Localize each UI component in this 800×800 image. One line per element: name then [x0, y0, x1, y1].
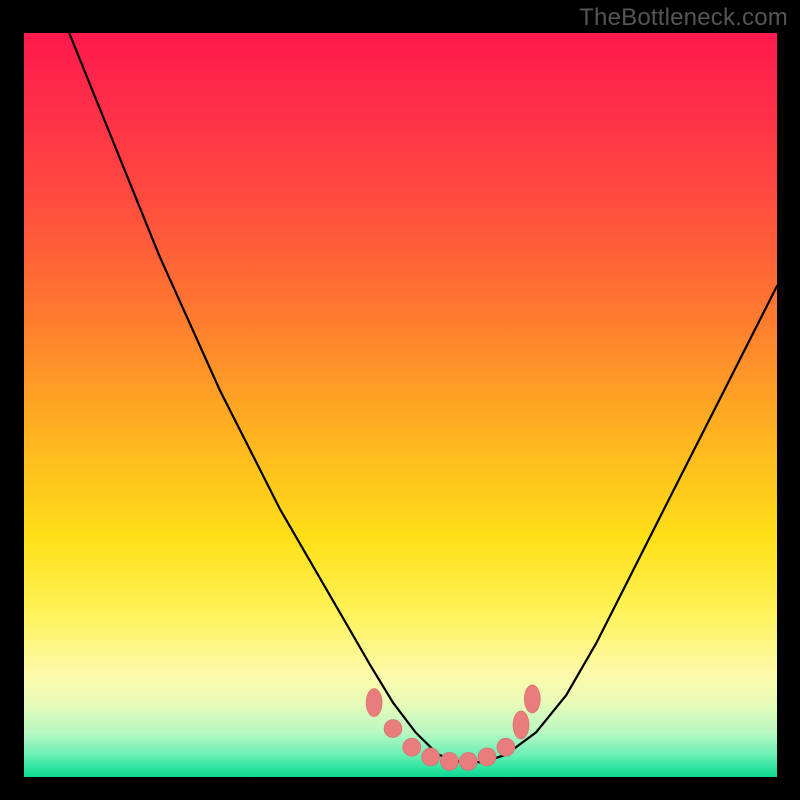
- curve-marker: [384, 720, 402, 738]
- plot-area: [24, 33, 777, 777]
- curve-marker: [513, 711, 529, 739]
- curve-markers: [366, 685, 540, 771]
- curve-marker: [478, 748, 496, 766]
- watermark-text: TheBottleneck.com: [579, 4, 788, 32]
- curve-marker: [459, 752, 477, 770]
- curve-marker: [524, 685, 540, 713]
- chart-svg: [24, 33, 777, 777]
- curve-marker: [403, 738, 421, 756]
- bottleneck-curve: [69, 33, 777, 762]
- curve-marker: [497, 738, 515, 756]
- curve-marker: [440, 752, 458, 770]
- curve-marker: [422, 748, 440, 766]
- curve-marker: [366, 689, 382, 717]
- chart-frame: TheBottleneck.com: [0, 0, 800, 800]
